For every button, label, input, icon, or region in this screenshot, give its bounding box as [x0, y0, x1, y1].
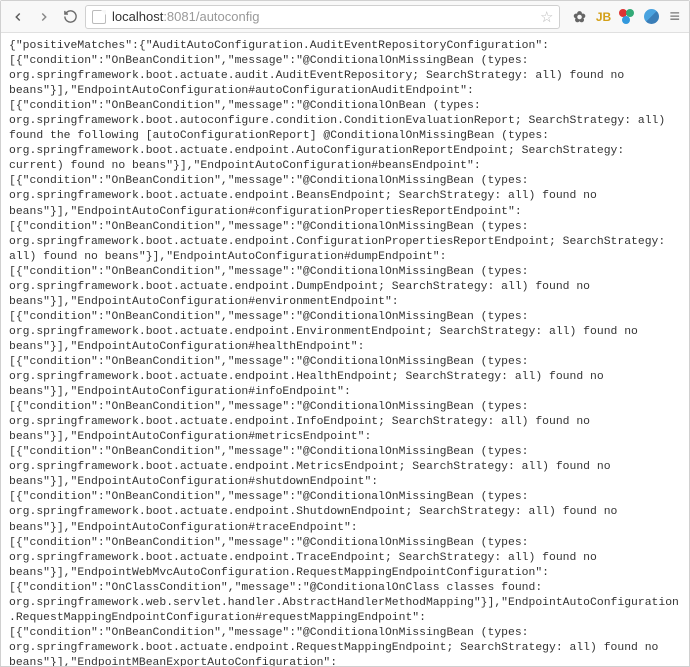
settings-extension-icon[interactable]: ✿ — [570, 8, 588, 26]
browser-toolbar: localhost:8081/autoconfig ☆ ✿ JB ≡ — [1, 1, 689, 33]
back-button[interactable] — [7, 6, 29, 28]
arrow-right-icon — [37, 10, 51, 24]
adblock-extension-icon[interactable] — [618, 8, 636, 26]
url-display: localhost:8081/autoconfig — [112, 9, 536, 24]
jetbrains-extension-icon[interactable]: JB — [594, 8, 612, 26]
chrome-menu-button[interactable]: ≡ — [666, 6, 683, 27]
reload-icon — [63, 9, 78, 24]
bookmark-star-icon[interactable]: ☆ — [540, 8, 553, 26]
url-port: :8081 — [163, 9, 196, 24]
response-body[interactable]: {"positiveMatches":{"AuditAutoConfigurat… — [1, 33, 689, 666]
arrow-left-icon — [11, 10, 25, 24]
address-bar[interactable]: localhost:8081/autoconfig ☆ — [85, 5, 560, 29]
globe-extension-icon[interactable] — [642, 8, 660, 26]
browser-window: localhost:8081/autoconfig ☆ ✿ JB ≡ {"pos… — [0, 0, 690, 667]
url-host: localhost — [112, 9, 163, 24]
url-path: /autoconfig — [196, 9, 260, 24]
reload-button[interactable] — [59, 6, 81, 28]
forward-button[interactable] — [33, 6, 55, 28]
extension-icons: ✿ JB ≡ — [564, 6, 683, 27]
page-icon — [92, 10, 106, 24]
